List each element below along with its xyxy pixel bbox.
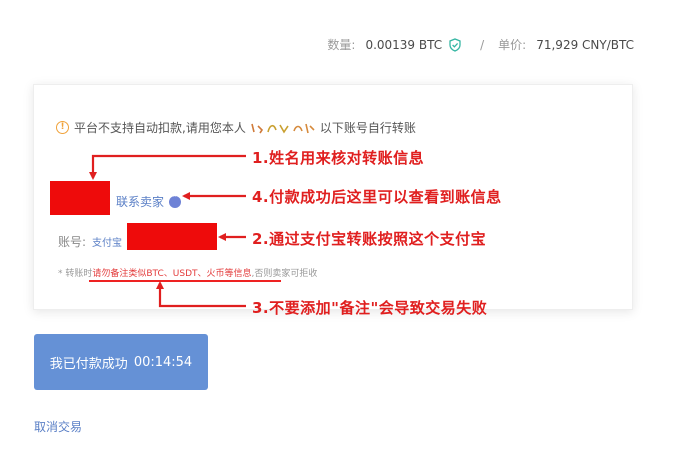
warning-icon: ! — [56, 121, 69, 134]
payment-complete-button[interactable]: 我已付款成功 00:14:54 — [34, 334, 208, 390]
remark-warning-note: * 转账时请勿备注类似BTC、USDT、火币等信息,否则卖家可拒收 — [58, 266, 317, 279]
redacted-seller-name — [50, 181, 110, 215]
quantity-value: 0.00139 BTC — [365, 37, 443, 52]
price-value: 71,929 CNY/BTC — [536, 37, 634, 52]
payment-complete-label: 我已付款成功 — [49, 356, 128, 372]
annotation-3: 3.不要添加"备注"会导致交易失败 — [252, 299, 488, 317]
note-prefix: * 转账时 — [58, 269, 93, 279]
contact-seller-label: 联系卖家 — [116, 195, 165, 209]
countdown-timer: 00:14:54 — [133, 354, 193, 370]
handwritten-name-scribble — [251, 123, 315, 134]
notice-suffix: 以下账号自行转账 — [319, 121, 416, 135]
account-type: 支付宝 — [92, 238, 122, 249]
annotation-4: 4.付款成功后这里可以查看到账信息 — [252, 188, 502, 206]
notice-prefix: 平台不支持自动扣款,请用您本人 — [74, 121, 246, 135]
verified-shield-icon — [449, 37, 461, 52]
cancel-trade-link[interactable]: 取消交易 — [34, 418, 82, 435]
chat-bubble-icon[interactable] — [169, 192, 182, 208]
note-suffix: ,否则卖家可拒收 — [251, 269, 318, 279]
separator: / — [480, 37, 485, 52]
annotation-2: 2.通过支付宝转账按照这个支付宝 — [252, 230, 487, 248]
redacted-account-number — [127, 223, 217, 250]
order-summary: 数量: 0.00139 BTC / 单价: 71,929 CNY/BTC — [327, 36, 634, 53]
annotation-1: 1.姓名用来核对转账信息 — [252, 149, 425, 167]
account-label: 账号: — [58, 235, 87, 249]
note-underline — [89, 280, 281, 282]
transfer-notice: ! 平台不支持自动扣款,请用您本人 以下账号自行转账 — [56, 119, 416, 136]
note-highlight: 请勿备注类似BTC、USDT、火币等信息 — [92, 269, 252, 279]
price-label: 单价: — [498, 38, 527, 52]
quantity-label: 数量: — [327, 38, 356, 52]
contact-seller-link[interactable]: 联系卖家 — [116, 192, 182, 210]
